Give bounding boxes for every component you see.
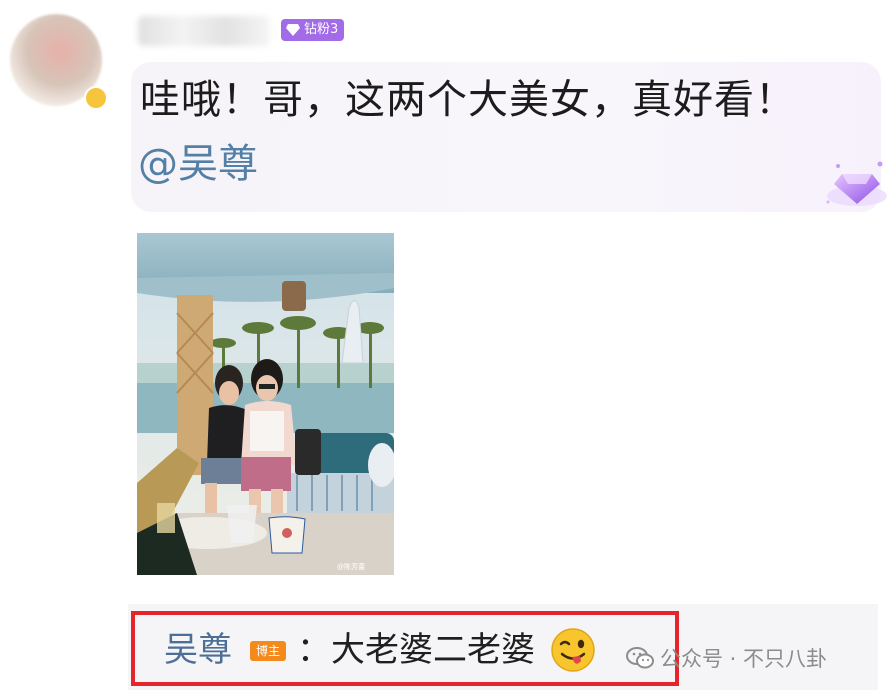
avatar-badge-icon [84,86,108,110]
fan-level-label: 钻粉3 [304,22,339,37]
mention-link[interactable]: @吴尊 [138,136,258,192]
fan-level-badge: 钻粉3 [281,19,345,41]
wechat-icon [626,647,654,669]
photo-watermark: @陈芳蕾 [337,562,365,571]
diamond-fan-icon [826,161,887,206]
reply-author[interactable]: 吴尊 [164,625,232,675]
winking-tongue-emoji [551,628,595,672]
wechat-watermark: 公众号 · 不只八卦 [626,643,827,673]
username-blurred[interactable] [138,16,270,46]
comment-photo[interactable]: @陈芳蕾 [137,233,394,575]
diamond-icon [286,24,300,36]
comment-text: 哇哦！哥，这两个大美女，真好看！ [140,77,796,123]
reply-text: ：大老婆二老婆 [297,630,535,670]
owner-tag: 博主 [250,641,286,661]
watermark-text: 公众号 · 不只八卦 [660,647,828,671]
